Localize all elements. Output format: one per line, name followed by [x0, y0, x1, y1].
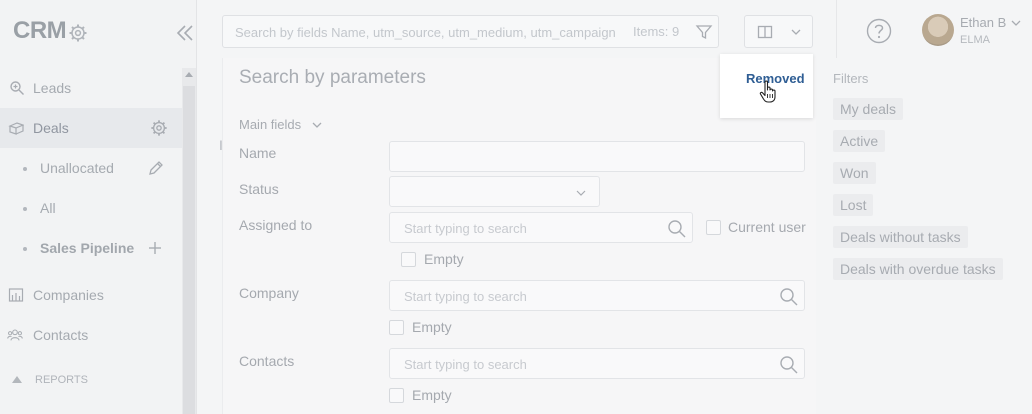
removed-button[interactable]: Removed — [720, 54, 813, 118]
sidebar-item-deals[interactable]: Deals — [0, 108, 182, 148]
company-label: Company — [239, 285, 299, 301]
filter-active[interactable]: Active — [833, 130, 886, 152]
company-empty-checkbox[interactable] — [389, 320, 404, 335]
search-icon — [780, 356, 798, 374]
company-input[interactable]: Start typing to search — [389, 280, 805, 311]
bullet-dot-icon — [23, 247, 27, 251]
filter-my-deals[interactable]: My deals — [833, 98, 904, 120]
name-label: Name — [239, 145, 277, 161]
sidebar-item-contacts[interactable]: Contacts — [0, 315, 182, 355]
sidebar-item-label: Deals — [33, 120, 69, 136]
sidebar-item-sales-pipeline[interactable]: Sales Pipeline — [0, 228, 182, 268]
status-label: Status — [239, 181, 279, 197]
search-input[interactable]: Search by fields Name, utm_source, utm_m… — [222, 15, 719, 48]
company-placeholder: Start typing to search — [404, 289, 527, 304]
chevron-down-icon — [791, 29, 801, 35]
panel-title: Search by parameters — [239, 67, 426, 88]
filter-deals-with-overdue-tasks[interactable]: Deals with overdue tasks — [833, 258, 1003, 280]
items-count: Items: 9 — [633, 24, 680, 39]
sidebar-header: CRM — [0, 0, 197, 66]
contacts-empty-label: Empty — [412, 387, 452, 403]
collapse-sidebar-icon[interactable] — [176, 23, 194, 43]
hand-pointer-cursor-icon — [759, 80, 776, 103]
assigned-to-label: Assigned to — [239, 217, 313, 233]
assigned-to-input[interactable]: Start typing to search — [389, 212, 693, 243]
user-org: ELMA — [960, 34, 990, 46]
contacts-placeholder: Start typing to search — [404, 357, 527, 372]
sidebar-item-label: Unallocated — [40, 160, 114, 176]
plus-icon[interactable] — [146, 239, 164, 257]
app-title: CRM — [13, 17, 67, 44]
pencil-icon[interactable] — [147, 159, 165, 177]
contacts-empty-checkbox[interactable] — [389, 388, 404, 403]
name-input[interactable] — [389, 141, 805, 172]
contacts-input[interactable]: Start typing to search — [389, 348, 805, 379]
sidebar-item-label: Companies — [33, 287, 104, 303]
assigned-empty-label: Empty — [424, 251, 464, 267]
status-select[interactable] — [389, 176, 600, 207]
sidebar-item-label: Contacts — [33, 327, 89, 343]
filter-won[interactable]: Won — [833, 162, 876, 184]
deals-settings-gear-icon[interactable] — [150, 119, 168, 137]
sidebar-item-label: Leads — [33, 80, 72, 96]
companies-chart-icon — [8, 288, 24, 302]
help-question-icon[interactable] — [866, 18, 892, 44]
company-empty-label: Empty — [412, 319, 452, 335]
triangle-up-icon — [12, 376, 22, 383]
bullet-dot-icon — [23, 167, 27, 171]
assigned-empty-checkbox[interactable] — [401, 252, 416, 267]
avatar[interactable] — [922, 14, 954, 46]
sidebar-item-label: Sales Pipeline — [40, 240, 135, 256]
chevron-down-icon[interactable] — [311, 120, 323, 130]
filter-deals-without-tasks[interactable]: Deals without tasks — [833, 226, 968, 248]
contacts-people-icon — [7, 329, 23, 341]
search-placeholder: Search by fields Name, utm_source, utm_m… — [235, 25, 616, 40]
sidebar-scrollbar-thumb[interactable] — [183, 86, 195, 414]
filters-panel: Filters My deals Active Won Lost Deals w… — [818, 58, 1032, 414]
gear-icon[interactable] — [68, 23, 88, 43]
chevron-down-icon[interactable] — [1010, 18, 1022, 28]
chevron-down-icon — [576, 190, 586, 196]
contacts-label: Contacts — [239, 353, 295, 369]
bullet-dot-icon — [23, 207, 27, 211]
search-icon — [780, 288, 798, 306]
sidebar-item-label: All — [40, 200, 56, 216]
view-mode-button[interactable] — [744, 15, 813, 48]
user-name[interactable]: Ethan B — [960, 15, 1006, 30]
main-fields-toggle[interactable]: Main fields — [239, 117, 301, 132]
sidebar-item-leads[interactable]: Leads — [0, 68, 182, 108]
sidebar: CRM Leads Deals Unallocated All Sales Pi… — [0, 0, 197, 414]
deals-stack-icon — [8, 122, 24, 135]
split-view-icon — [757, 25, 773, 39]
sidebar-item-all[interactable]: All — [0, 188, 182, 228]
sidebar-section-reports[interactable]: REPORTS — [0, 368, 182, 392]
magnifier-icon — [10, 81, 24, 95]
topbar-divider — [836, 0, 837, 66]
scroll-up-arrow-icon[interactable] — [185, 72, 193, 77]
assigned-to-placeholder: Start typing to search — [404, 221, 527, 236]
current-user-checkbox[interactable] — [706, 220, 721, 235]
search-icon — [668, 220, 686, 238]
current-user-label: Current user — [728, 219, 806, 235]
filter-lost[interactable]: Lost — [833, 194, 874, 216]
sidebar-item-companies[interactable]: Companies — [0, 275, 182, 315]
sidebar-item-unallocated[interactable]: Unallocated — [0, 148, 182, 188]
reports-label: REPORTS — [35, 374, 88, 386]
top-bar: Search by fields Name, utm_source, utm_m… — [198, 0, 1032, 66]
filter-funnel-icon[interactable] — [695, 23, 713, 41]
filters-title: Filters — [833, 71, 869, 86]
